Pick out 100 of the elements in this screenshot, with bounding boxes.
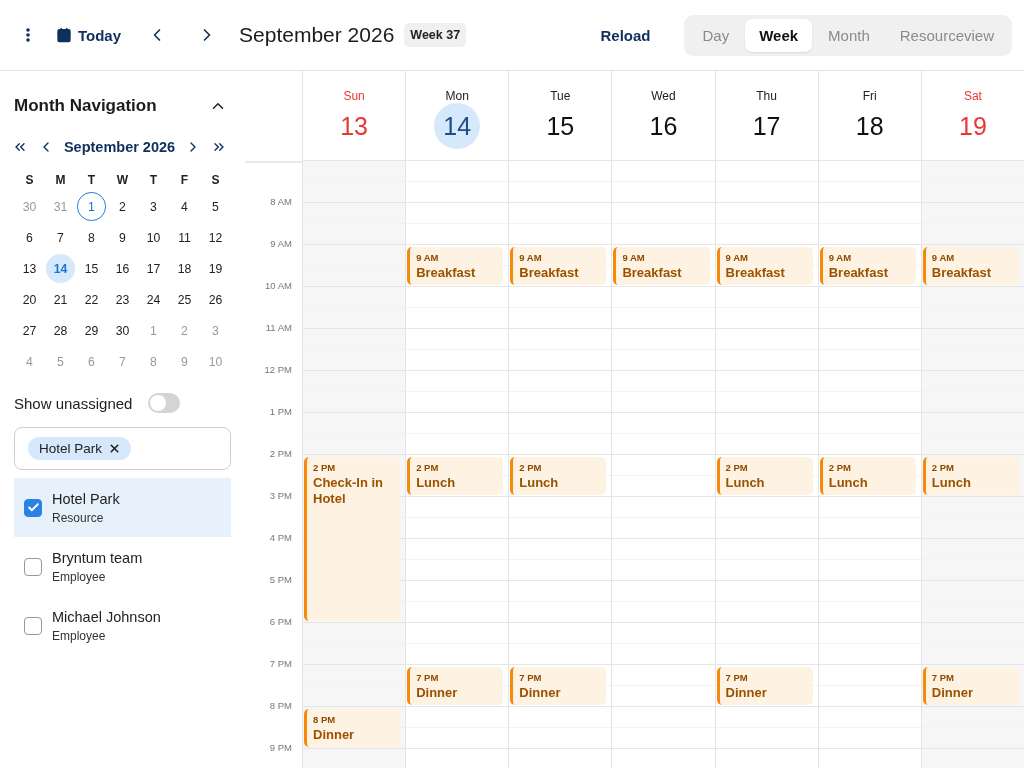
event-card[interactable]: 7 PM Dinner: [716, 667, 813, 705]
date-cell[interactable]: 26: [200, 284, 231, 315]
date-cell[interactable]: 12: [200, 222, 231, 253]
resource-filter-field[interactable]: Hotel Park: [14, 427, 231, 470]
event-title: Lunch: [931, 475, 972, 491]
checkbox[interactable]: [24, 557, 42, 576]
date-cell[interactable]: 10: [138, 222, 169, 253]
menu-icon: [26, 28, 30, 42]
date-cell[interactable]: 29: [76, 315, 107, 346]
event-card[interactable]: 9 AM Breakfast: [819, 247, 916, 285]
hour-label: 11 AM: [265, 322, 292, 334]
event-time: 9 AM: [519, 252, 543, 263]
hour-label: 12 PM: [264, 364, 292, 376]
event-title: Lunch: [519, 475, 560, 491]
event-card[interactable]: 9 AM Breakfast: [922, 247, 1019, 285]
day-number[interactable]: 18: [846, 103, 893, 149]
event-card[interactable]: 8 PM Dinner: [304, 709, 401, 747]
event-title: Breakfast: [931, 265, 993, 281]
event-card[interactable]: 7 PM Dinner: [510, 667, 607, 705]
day-number[interactable]: 15: [537, 103, 584, 149]
date-cell[interactable]: 17: [138, 253, 169, 284]
event-card[interactable]: 2 PM Lunch: [407, 457, 504, 495]
event-time: 2 PM: [725, 462, 749, 473]
date-cell[interactable]: 20: [14, 284, 45, 315]
day-number[interactable]: 14: [434, 103, 481, 149]
weekday-name: Mon: [445, 89, 469, 103]
event-card[interactable]: 9 AM Breakfast: [613, 247, 710, 285]
date-cell[interactable]: 27: [14, 315, 45, 346]
date-cell[interactable]: 11: [169, 222, 200, 253]
event-card[interactable]: 9 AM Breakfast: [716, 247, 813, 285]
resource-row[interactable]: Hotel Park Resource: [14, 478, 231, 537]
event-time: 7 PM: [519, 672, 543, 683]
event-title: Breakfast: [828, 265, 889, 281]
day-number[interactable]: 19: [949, 103, 996, 149]
weekday-label: S: [24, 172, 35, 189]
date-cell[interactable]: 28: [45, 315, 76, 346]
hour-label: 5 PM: [269, 574, 292, 586]
date-cell[interactable]: 2: [107, 191, 138, 222]
date-cell[interactable]: 15: [76, 253, 107, 284]
event-title: Check-In in Hotel: [313, 475, 385, 507]
date-cell[interactable]: 9: [107, 222, 138, 253]
event-card[interactable]: 2 PM Check-In in Hotel: [304, 457, 401, 621]
resource-name: Michael Johnson: [52, 608, 161, 625]
weekday-name: Thu: [756, 89, 777, 103]
date-cell[interactable]: 7: [45, 222, 76, 253]
weekday-name: Tue: [550, 89, 571, 103]
date-cell[interactable]: 19: [200, 253, 231, 284]
event-title: Lunch: [725, 475, 766, 491]
event-title: Breakfast: [519, 265, 580, 281]
weekday-label: S: [210, 172, 221, 189]
date-cell[interactable]: 13: [14, 253, 45, 284]
date-cell[interactable]: 8: [76, 222, 107, 253]
event-time: 9 AM: [622, 252, 646, 263]
date-cell[interactable]: 4: [169, 191, 200, 222]
date-cell[interactable]: 3: [138, 191, 169, 222]
event-card[interactable]: 2 PM Lunch: [716, 457, 813, 495]
today-button[interactable]: Today: [52, 20, 126, 50]
event-time: 9 AM: [931, 252, 956, 263]
day-number[interactable]: 13: [331, 103, 378, 149]
week-badge: Week 37: [404, 23, 467, 47]
weekday-name: Fri: [862, 89, 877, 103]
date-cell[interactable]: 18: [169, 253, 200, 284]
event-card[interactable]: 2 PM Lunch: [819, 457, 916, 495]
date-cell[interactable]: 5: [200, 191, 231, 222]
event-title: Breakfast: [416, 265, 477, 281]
hour-label: 6 PM: [269, 616, 292, 628]
day-number[interactable]: 17: [743, 103, 790, 149]
date-cell[interactable]: 24: [138, 284, 169, 315]
date-cell[interactable]: 6: [14, 222, 45, 253]
mini-calendar-month: September 2026: [63, 139, 176, 155]
date-cell[interactable]: 22: [76, 284, 107, 315]
weekday-label: T: [148, 172, 159, 189]
toggle-label: Show unassigned: [14, 394, 133, 412]
event-time: 7 PM: [725, 672, 749, 683]
date-cell[interactable]: 16: [107, 253, 138, 284]
filter-chip[interactable]: Hotel Park: [28, 437, 132, 460]
date-cell[interactable]: 25: [169, 284, 200, 315]
date-cell[interactable]: 23: [107, 284, 138, 315]
date-cell[interactable]: 21: [45, 284, 76, 315]
event-title: Dinner: [931, 685, 974, 701]
date-cell[interactable]: 14: [45, 253, 76, 284]
event-card[interactable]: 9 AM Breakfast: [407, 247, 504, 285]
resource-row[interactable]: Bryntum team Employee: [14, 537, 231, 596]
checkbox[interactable]: [24, 498, 42, 517]
event-card[interactable]: 7 PM Dinner: [922, 667, 1019, 705]
weekday-name: Sat: [963, 89, 982, 103]
event-card[interactable]: 2 PM Lunch: [922, 457, 1019, 495]
date-cell[interactable]: 30: [107, 315, 138, 346]
view-tab[interactable]: Week: [745, 18, 813, 52]
event-card[interactable]: 2 PM Lunch: [510, 457, 607, 495]
checkbox[interactable]: [24, 616, 42, 635]
event-card[interactable]: 7 PM Dinner: [407, 667, 504, 705]
event-time: 9 AM: [725, 252, 749, 263]
event-card[interactable]: 9 AM Breakfast: [510, 247, 607, 285]
hour-label: 7 PM: [269, 658, 292, 670]
hour-label: 8 AM: [270, 196, 292, 208]
toggle-switch[interactable]: [148, 393, 181, 413]
reload-button[interactable]: Reload: [594, 25, 657, 45]
day-number[interactable]: 16: [640, 103, 687, 149]
resource-row[interactable]: Michael Johnson Employee: [14, 596, 231, 655]
